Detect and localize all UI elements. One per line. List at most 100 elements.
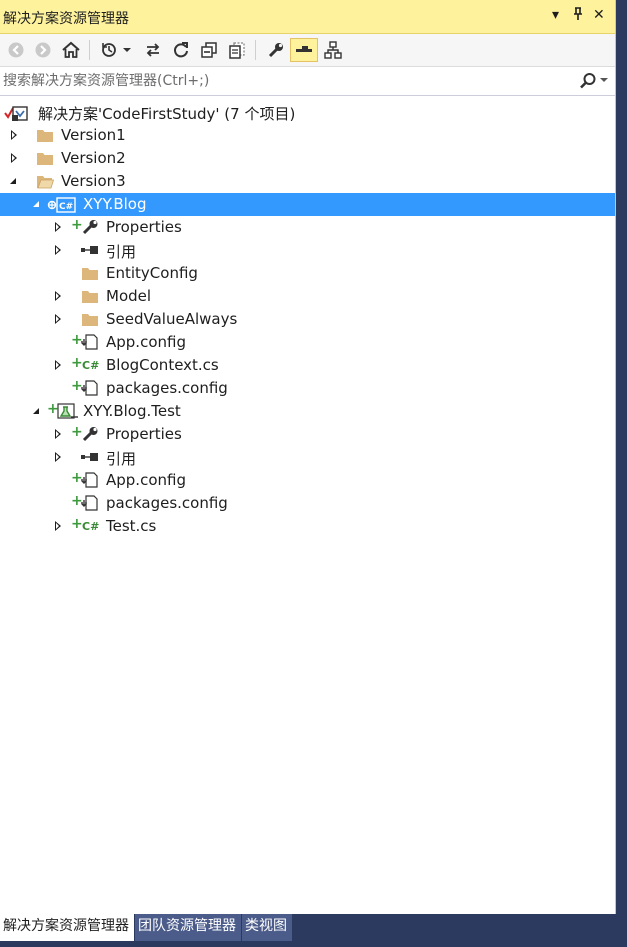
- class-diagram-icon[interactable]: [321, 38, 345, 62]
- tree-row-file[interactable]: + packages.config: [0, 377, 615, 400]
- tab-solution-explorer[interactable]: 解决方案资源管理器: [0, 914, 134, 941]
- csharp-project-icon: C#: [47, 196, 77, 213]
- config-file-icon: [81, 380, 99, 396]
- preview-icon[interactable]: [290, 38, 318, 62]
- tree-row-folder[interactable]: Model: [0, 285, 615, 308]
- tree-row-file[interactable]: + App.config: [0, 469, 615, 492]
- svg-text:C#: C#: [59, 202, 73, 212]
- search-input[interactable]: [0, 67, 573, 94]
- test-project-icon: [57, 403, 79, 419]
- tree-row-solution[interactable]: 解决方案'CodeFirstStudy' (7 个项目): [0, 101, 615, 124]
- item-label: Test.cs: [106, 517, 157, 535]
- tree-row-properties[interactable]: + Properties: [0, 216, 615, 239]
- pin-icon: [574, 7, 582, 20]
- panel-title: 解决方案资源管理器: [3, 11, 129, 27]
- search-icon[interactable]: [579, 72, 597, 94]
- solution-label: 解决方案'CodeFirstStudy' (7 个项目): [38, 105, 296, 123]
- wrench-icon: [82, 426, 100, 442]
- history-icon[interactable]: [98, 38, 122, 62]
- item-label: App.config: [106, 333, 186, 351]
- sync-icon[interactable]: [141, 38, 165, 62]
- title-bar: 解决方案资源管理器 ▾ ✕: [0, 0, 615, 34]
- search-bar: [0, 67, 615, 96]
- expand-arrow-icon[interactable]: [55, 521, 61, 531]
- item-label: SeedValueAlways: [106, 310, 238, 328]
- tree-row-folder[interactable]: Version2: [0, 147, 615, 170]
- folder-icon: [36, 150, 54, 166]
- expand-arrow-icon[interactable]: [55, 314, 61, 324]
- config-file-icon: [81, 495, 99, 511]
- folder-label: Version1: [61, 126, 126, 144]
- folder-label: Version3: [61, 172, 126, 190]
- item-label: packages.config: [106, 494, 228, 512]
- expand-arrow-icon[interactable]: [11, 153, 17, 163]
- csharp-file-icon: C#: [81, 357, 99, 373]
- tree-row-folder[interactable]: Version3: [0, 170, 615, 193]
- folder-icon: [36, 127, 54, 143]
- wrench-icon: [82, 219, 100, 235]
- tree-row-file[interactable]: + packages.config: [0, 492, 615, 515]
- toolbar-separator: [255, 40, 256, 60]
- config-file-icon: [81, 334, 99, 350]
- folder-icon: [81, 288, 99, 304]
- open-folder-icon: [36, 173, 55, 189]
- source-control-add-icon: +: [71, 424, 83, 440]
- toolbar: [0, 34, 615, 67]
- source-control-add-icon: +: [71, 217, 83, 233]
- forward-icon[interactable]: [31, 38, 55, 62]
- item-label: Model: [106, 287, 152, 305]
- tree-row-file[interactable]: + C# BlogContext.cs: [0, 354, 615, 377]
- tree-row-file[interactable]: + App.config: [0, 331, 615, 354]
- collapse-arrow-icon[interactable]: [33, 201, 39, 207]
- project-label: XYY.Blog: [83, 195, 147, 213]
- collapse-arrow-icon[interactable]: [10, 178, 16, 184]
- references-icon: [80, 449, 98, 465]
- expand-arrow-icon[interactable]: [55, 429, 61, 439]
- solution-explorer-panel: 解决方案资源管理器 ▾ ✕ 搜索解决方案资源管理器(Ctrl+;) 解决方案'C…: [0, 0, 616, 914]
- expand-arrow-icon[interactable]: [55, 360, 61, 370]
- window-frame: [615, 0, 627, 947]
- tree-row-folder[interactable]: EntityConfig: [0, 262, 615, 285]
- expand-arrow-icon[interactable]: [55, 291, 61, 301]
- toolbar-separator: [89, 40, 90, 60]
- tree-row-folder[interactable]: Version1: [0, 124, 615, 147]
- properties-icon[interactable]: [264, 38, 288, 62]
- tree-row-file[interactable]: + C# Test.cs: [0, 515, 615, 538]
- auto-hide-pin-button[interactable]: [572, 7, 584, 25]
- tree-row-references[interactable]: 引用: [0, 446, 615, 469]
- folder-icon: [81, 311, 99, 327]
- home-icon[interactable]: [59, 38, 83, 62]
- tree-row-project[interactable]: + XYY.Blog.Test: [0, 400, 615, 423]
- item-label: App.config: [106, 471, 186, 489]
- item-label: 引用: [106, 243, 137, 261]
- refresh-icon[interactable]: [169, 38, 193, 62]
- item-label: Properties: [106, 425, 182, 443]
- folder-label: Version2: [61, 149, 126, 167]
- references-icon: [80, 242, 98, 258]
- item-label: EntityConfig: [106, 264, 198, 282]
- item-label: packages.config: [106, 379, 228, 397]
- tab-team-explorer[interactable]: 团队资源管理器: [135, 914, 241, 941]
- expand-arrow-icon[interactable]: [55, 222, 61, 232]
- item-label: BlogContext.cs: [106, 356, 219, 374]
- expand-arrow-icon[interactable]: [55, 452, 61, 462]
- back-icon[interactable]: [4, 38, 28, 62]
- history-dropdown-icon[interactable]: [120, 38, 134, 62]
- csharp-file-icon: C#: [81, 518, 99, 534]
- tree-row-properties[interactable]: + Properties: [0, 423, 615, 446]
- expand-arrow-icon[interactable]: [11, 130, 17, 140]
- search-options-dropdown-icon[interactable]: [600, 78, 608, 82]
- tree-row-folder[interactable]: SeedValueAlways: [0, 308, 615, 331]
- tree-row-references[interactable]: 引用: [0, 239, 615, 262]
- show-all-files-icon[interactable]: [225, 38, 249, 62]
- close-button[interactable]: ✕: [593, 7, 605, 23]
- expand-arrow-icon[interactable]: [55, 245, 61, 255]
- folder-icon: [81, 265, 99, 281]
- tab-class-view[interactable]: 类视图: [242, 914, 292, 941]
- bottom-tab-strip: 解决方案资源管理器 团队资源管理器 类视图: [0, 914, 292, 941]
- window-position-dropdown-button[interactable]: ▾: [552, 7, 559, 23]
- collapse-arrow-icon[interactable]: [33, 408, 39, 414]
- collapse-all-icon[interactable]: [197, 38, 221, 62]
- tree-row-project[interactable]: C# XYY.Blog: [0, 193, 615, 216]
- solution-icon: [4, 104, 32, 121]
